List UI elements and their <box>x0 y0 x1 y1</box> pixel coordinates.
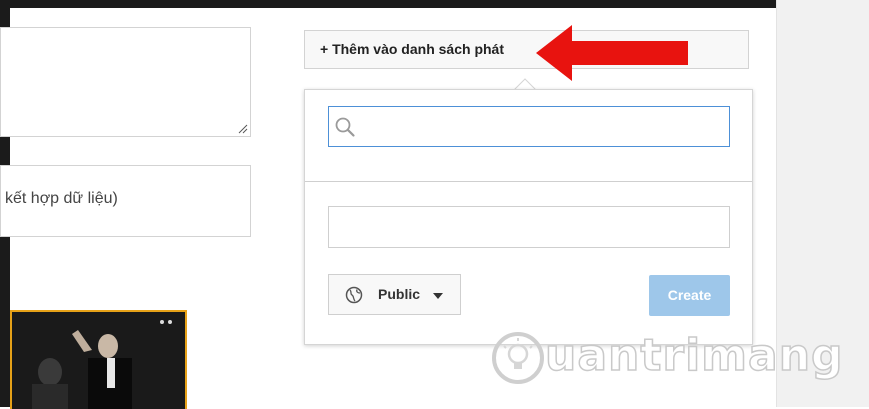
playlist-search-input[interactable] <box>328 106 730 147</box>
metadata-field[interactable]: kết hợp dữ liệu) <box>0 165 251 237</box>
watermark-text: uantrimang <box>544 329 844 382</box>
globe-icon <box>345 286 363 304</box>
description-textarea[interactable] <box>0 27 251 137</box>
create-playlist-button[interactable]: Create <box>649 275 730 316</box>
video-thumbnail-image <box>12 312 185 409</box>
privacy-label: Public <box>378 286 421 302</box>
video-thumbnail[interactable] <box>10 310 187 409</box>
watermark-logo: uantrimang <box>490 322 843 397</box>
resize-grip-icon[interactable] <box>238 124 248 134</box>
dropdown-arrow-icon <box>433 293 443 299</box>
red-arrow-icon <box>536 25 688 81</box>
privacy-dropdown-button[interactable]: Public <box>328 274 461 315</box>
metadata-field-text: kết hợp dữ liệu) <box>5 190 118 207</box>
new-playlist-name-input[interactable] <box>328 206 730 248</box>
popup-divider <box>305 181 752 182</box>
top-edge-bar <box>0 0 869 8</box>
playlist-popup: Public Create <box>304 89 753 345</box>
search-icon <box>335 117 355 137</box>
watermark-bulb-icon <box>492 332 544 384</box>
